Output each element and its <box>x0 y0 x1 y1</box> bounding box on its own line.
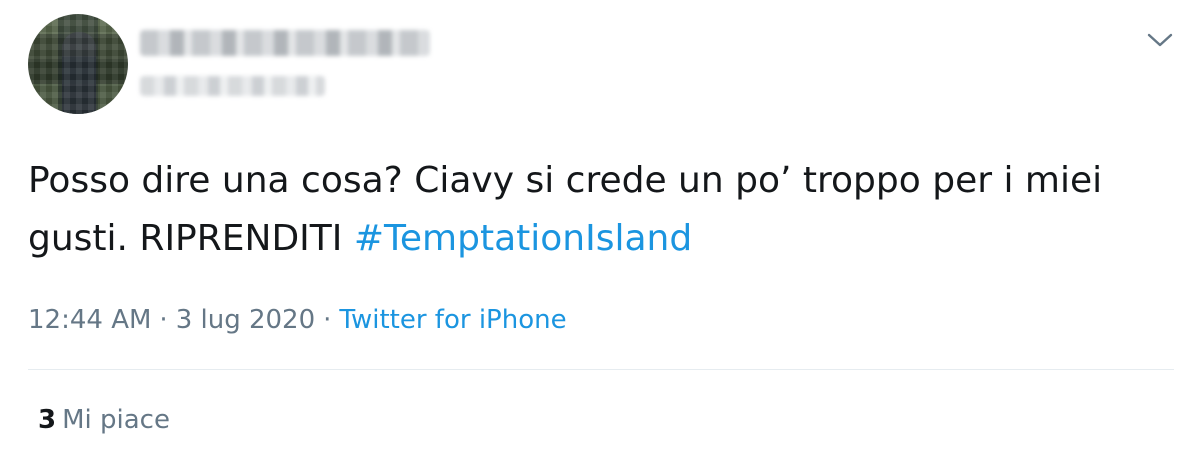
hashtag-link[interactable]: #TemptationIsland <box>354 218 692 259</box>
divider <box>28 369 1174 370</box>
separator: · <box>323 305 332 335</box>
tweet-text: Posso dire una cosa? Ciavy si crede un p… <box>28 152 1178 268</box>
display-name-redacted[interactable] <box>140 30 430 56</box>
avatar[interactable] <box>28 14 128 114</box>
avatar-pixelation <box>28 14 128 114</box>
tweet-card: Posso dire una cosa? Ciavy si crede un p… <box>0 0 1200 466</box>
tweet-menu-button[interactable] <box>1140 20 1180 60</box>
tweet-date[interactable]: 3 lug 2020 <box>176 305 315 335</box>
separator: · <box>159 305 168 335</box>
likes-count: 3 <box>38 405 57 435</box>
tweet-metadata: 12:44 AM · 3 lug 2020 · Twitter for iPhone <box>28 302 567 338</box>
tweet-time[interactable]: 12:44 AM <box>28 305 151 335</box>
likes-stat[interactable]: 3 Mi piace <box>38 402 170 438</box>
chevron-down-icon <box>1147 33 1173 47</box>
tweet-source-link[interactable]: Twitter for iPhone <box>339 305 566 335</box>
username-redacted[interactable] <box>140 76 325 96</box>
likes-label: Mi piace <box>62 405 170 435</box>
